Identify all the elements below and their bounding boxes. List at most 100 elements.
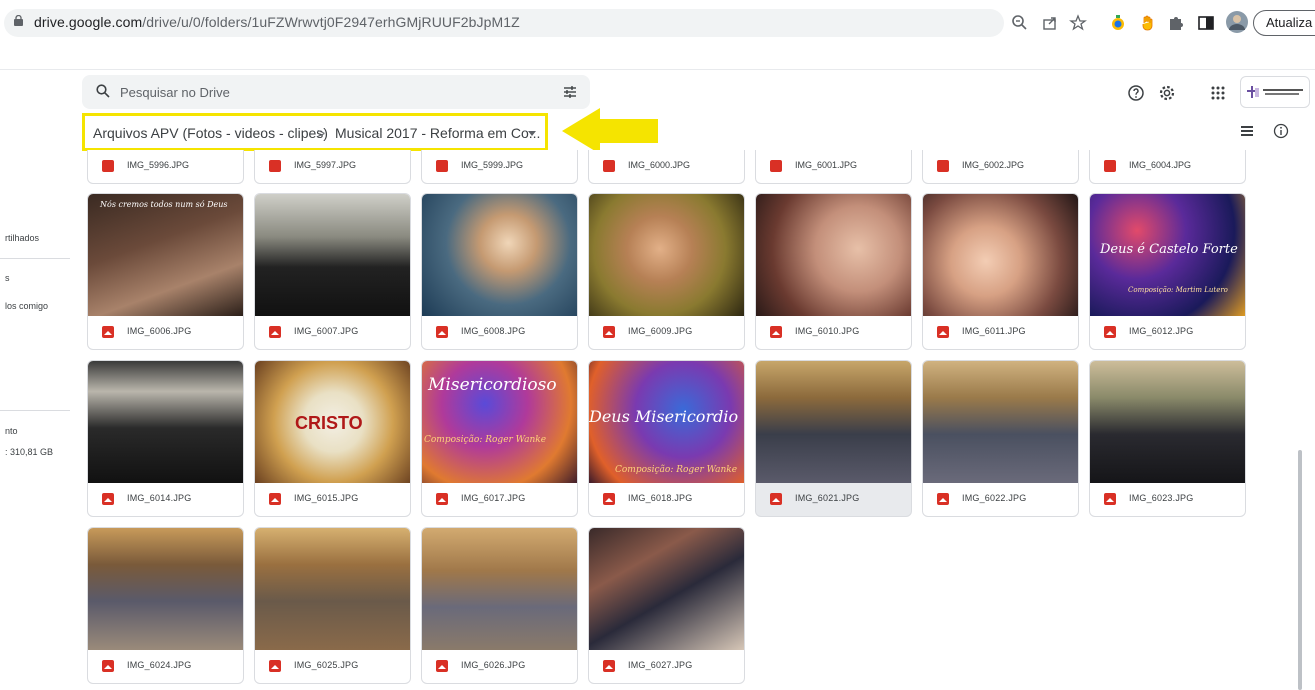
file-card[interactable]: IMG_6007.JPG bbox=[254, 193, 411, 350]
search-icon[interactable] bbox=[96, 84, 110, 98]
info-icon[interactable] bbox=[1273, 123, 1289, 139]
url-text[interactable]: drive.google.com/drive/u/0/folders/1uFZW… bbox=[34, 14, 520, 30]
search-bar[interactable]: Pesquisar no Drive bbox=[82, 75, 590, 109]
file-card[interactable]: IMG_6009.JPG bbox=[588, 193, 745, 350]
image-file-icon bbox=[603, 493, 615, 505]
photo-thumbnail: Deus é Castelo Forte Composição: Martim … bbox=[1090, 194, 1245, 316]
file-card[interactable]: CRISTO IMG_6015.JPG bbox=[254, 360, 411, 517]
search-options-icon[interactable] bbox=[562, 84, 578, 100]
file-name: IMG_6009.JPG bbox=[628, 326, 693, 336]
file-name: IMG_6025.JPG bbox=[294, 660, 359, 670]
apps-grid-icon[interactable] bbox=[1208, 83, 1228, 103]
sidebar-divider bbox=[0, 410, 70, 411]
file-card[interactable]: Deus Misericordio Composição: Roger Wank… bbox=[588, 360, 745, 517]
file-card[interactable]: IMG_6025.JPG bbox=[254, 527, 411, 684]
file-card[interactable]: Nós cremos todos num só Deus IMG_6006.JP… bbox=[87, 193, 244, 350]
photo-thumbnail: Misericordioso Composição: Roger Wanke bbox=[422, 361, 577, 483]
photo-thumbnail bbox=[1090, 361, 1245, 483]
file-name: IMG_6012.JPG bbox=[1129, 326, 1194, 336]
organization-logo[interactable] bbox=[1240, 76, 1310, 108]
side-panel-icon[interactable] bbox=[1196, 13, 1216, 33]
file-name: IMG_6004.JPG bbox=[1129, 160, 1192, 170]
photo-thumbnail bbox=[255, 194, 410, 316]
file-card[interactable]: IMG_5999.JPG bbox=[421, 150, 578, 184]
file-card[interactable]: IMG_5996.JPG bbox=[87, 150, 244, 184]
image-file-icon bbox=[102, 160, 114, 172]
file-card-selected[interactable]: IMG_6021.JPG bbox=[755, 360, 912, 517]
lock-icon bbox=[14, 15, 23, 26]
sidebar-item-recent[interactable]: s bbox=[5, 273, 10, 283]
image-file-icon bbox=[269, 160, 281, 172]
file-name: IMG_6007.JPG bbox=[294, 326, 359, 336]
file-card[interactable]: IMG_5997.JPG bbox=[254, 150, 411, 184]
image-file-icon bbox=[269, 493, 281, 505]
extensions-puzzle-icon[interactable] bbox=[1166, 13, 1186, 33]
url-host: drive.google.com bbox=[34, 14, 143, 30]
photo-thumbnail bbox=[88, 528, 243, 650]
bookmark-star-icon[interactable] bbox=[1068, 13, 1088, 33]
file-name: IMG_6002.JPG bbox=[962, 160, 1025, 170]
file-card[interactable]: IMG_6001.JPG bbox=[755, 150, 912, 184]
file-name: IMG_6018.JPG bbox=[628, 493, 693, 503]
help-icon[interactable] bbox=[1126, 83, 1146, 103]
breadcrumb-parent[interactable]: Arquivos APV (Fotos - videos - clipes) bbox=[93, 125, 328, 141]
scrollbar[interactable] bbox=[1298, 450, 1302, 690]
profile-avatar[interactable] bbox=[1226, 11, 1248, 33]
file-card[interactable]: IMG_6002.JPG bbox=[922, 150, 1079, 184]
photo-thumbnail bbox=[255, 528, 410, 650]
image-file-icon bbox=[269, 326, 281, 338]
thumbnail-caption: Composição: Roger Wanke bbox=[424, 435, 547, 445]
file-card[interactable]: IMG_6024.JPG bbox=[87, 527, 244, 684]
file-card[interactable]: IMG_6010.JPG bbox=[755, 193, 912, 350]
list-view-icon[interactable] bbox=[1240, 124, 1254, 138]
image-file-icon bbox=[603, 660, 615, 672]
extension-timer-icon[interactable] bbox=[1108, 13, 1128, 33]
search-input[interactable]: Pesquisar no Drive bbox=[120, 85, 230, 100]
breadcrumb-separator: > bbox=[317, 125, 326, 141]
file-name: IMG_5997.JPG bbox=[294, 160, 357, 170]
file-name: IMG_6015.JPG bbox=[294, 493, 359, 503]
file-card[interactable]: IMG_6011.JPG bbox=[922, 193, 1079, 350]
file-card[interactable]: Deus é Castelo Forte Composição: Martim … bbox=[1089, 193, 1246, 350]
photo-thumbnail bbox=[422, 194, 577, 316]
file-name: IMG_6017.JPG bbox=[461, 493, 526, 503]
file-card[interactable]: IMG_6008.JPG bbox=[421, 193, 578, 350]
breadcrumb-current[interactable]: Musical 2017 - Reforma em Co... bbox=[335, 125, 540, 141]
share-icon[interactable] bbox=[1040, 13, 1060, 33]
zoom-icon[interactable] bbox=[1010, 13, 1030, 33]
settings-gear-icon[interactable] bbox=[1157, 83, 1177, 103]
sidebar-item-storage[interactable]: nto bbox=[5, 426, 18, 436]
image-file-icon bbox=[770, 326, 782, 338]
image-file-icon bbox=[770, 160, 782, 172]
update-button[interactable]: Atualiza bbox=[1253, 10, 1315, 36]
file-name: IMG_6022.JPG bbox=[962, 493, 1027, 503]
chevron-down-icon[interactable] bbox=[528, 131, 536, 136]
file-card[interactable]: IMG_6027.JPG bbox=[588, 527, 745, 684]
photo-thumbnail: CRISTO bbox=[255, 361, 410, 483]
file-card[interactable]: IMG_6023.JPG bbox=[1089, 360, 1246, 517]
photo-thumbnail bbox=[88, 361, 243, 483]
file-card[interactable]: IMG_6022.JPG bbox=[922, 360, 1079, 517]
image-file-icon bbox=[436, 326, 448, 338]
sidebar-item-shared-with-me[interactable]: los comigo bbox=[5, 301, 48, 311]
sidebar-item-shared[interactable]: rtilhados bbox=[5, 233, 39, 243]
browser-toolbar: drive.google.com/drive/u/0/folders/1uFZW… bbox=[0, 0, 1315, 46]
file-card[interactable]: IMG_6004.JPG bbox=[1089, 150, 1246, 184]
file-card[interactable]: IMG_6000.JPG bbox=[588, 150, 745, 184]
thumbnail-caption: Composição: Martim Lutero bbox=[1128, 286, 1228, 294]
image-file-icon bbox=[1104, 326, 1116, 338]
image-file-icon bbox=[436, 493, 448, 505]
file-name: IMG_6010.JPG bbox=[795, 326, 860, 336]
file-card[interactable]: IMG_6026.JPG bbox=[421, 527, 578, 684]
image-file-icon bbox=[603, 326, 615, 338]
thumbnail-caption: Deus é Castelo Forte bbox=[1100, 242, 1238, 257]
file-card[interactable]: IMG_6014.JPG bbox=[87, 360, 244, 517]
photo-thumbnail bbox=[923, 361, 1078, 483]
file-card[interactable]: Misericordioso Composição: Roger Wanke I… bbox=[421, 360, 578, 517]
photo-thumbnail bbox=[589, 194, 744, 316]
divider bbox=[0, 69, 1315, 70]
file-name: IMG_6021.JPG bbox=[795, 493, 860, 503]
extension-hand-icon[interactable] bbox=[1138, 13, 1158, 33]
file-name: IMG_6023.JPG bbox=[1129, 493, 1194, 503]
thumbnail-caption: CRISTO bbox=[295, 413, 363, 433]
